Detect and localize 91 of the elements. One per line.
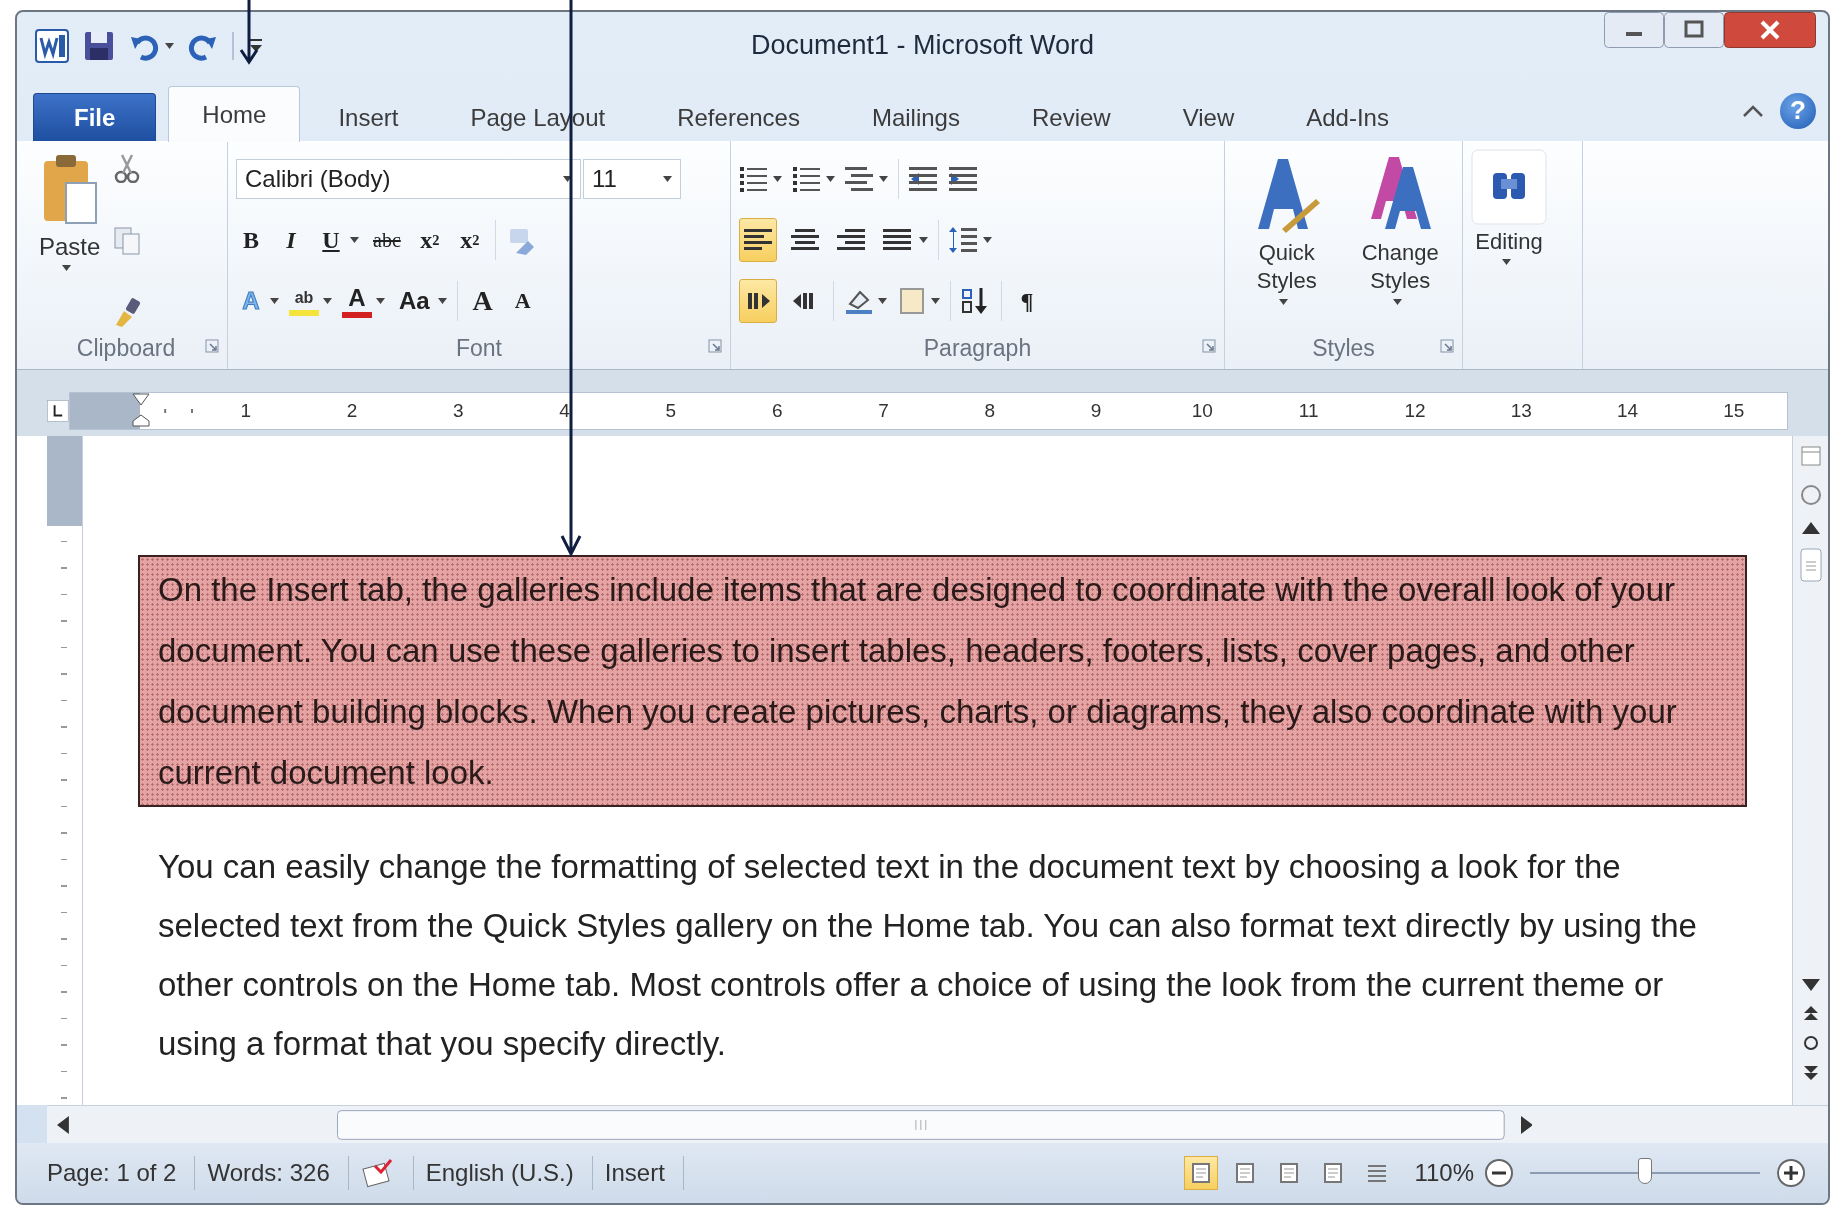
horizontal-scroll-thumb[interactable] [336, 1110, 1505, 1140]
ribbon-tab[interactable]: View [1148, 93, 1269, 141]
font-color-button[interactable]: A [342, 284, 372, 318]
print-layout-button[interactable] [1184, 1156, 1219, 1190]
shrink-font-button[interactable]: A [507, 279, 538, 323]
shaded-paragraph: On the Insert tab, the galleries include items that are designed to coordinate with the overall look of your document. You can use these galleries to insert tables, headers, footers, lists, cover pages, and other document building blocks. When you create pictures, charts, or diagrams, they also coordinate with your current document look. [138, 555, 1747, 807]
dropdown-arrow-icon[interactable] [1279, 299, 1289, 305]
quick-styles-button[interactable]: Quick Styles [1233, 149, 1341, 305]
change-styles-button[interactable]: Change Styles [1346, 149, 1454, 305]
save-icon[interactable] [83, 30, 115, 62]
ribbon-tab[interactable]: Mailings [837, 93, 994, 141]
paragraph: You can easily change the formatting of selected text in the document text by choosing a look for the selected text from the Quick Styles gallery on the Home tab. You can also format text directly by using the other controls on the Home tab. Most controls offer a choice of using the look from the current theme or using a format that you specify directly. [157, 847, 1698, 1064]
insert-mode[interactable]: Insert [604, 1159, 665, 1187]
zoom-in-button[interactable] [1776, 1158, 1806, 1188]
ribbon-tab[interactable]: Review [997, 93, 1145, 141]
word-logo-icon[interactable] [35, 29, 69, 63]
maximize-button[interactable] [1664, 12, 1724, 48]
next-page-icon[interactable] [1803, 1065, 1818, 1081]
group-label: Styles [1312, 334, 1375, 362]
dropdown-arrow-icon[interactable] [983, 237, 992, 243]
word-count[interactable]: Words: 326 [207, 1159, 330, 1187]
numbering-icon[interactable] [792, 164, 822, 194]
select-browse-object-icon[interactable] [1802, 1035, 1819, 1051]
dropdown-arrow-icon[interactable] [663, 176, 672, 182]
editing-button[interactable]: Editing [1471, 149, 1547, 331]
scroll-down-arrow-icon[interactable] [1801, 979, 1820, 991]
annotation-arrow [239, 0, 259, 64]
superscript-button[interactable]: x$^{2}$ [454, 218, 485, 262]
indent-marker-icon[interactable] [131, 393, 150, 427]
group-label: Font [456, 334, 502, 362]
dropdown-arrow-icon[interactable] [1392, 299, 1402, 305]
strikethrough-button[interactable]: abc [369, 218, 405, 262]
dropdown-arrow-icon[interactable] [919, 237, 928, 243]
language[interactable]: English (U.S.) [425, 1159, 574, 1187]
group-label: Paragraph [923, 334, 1032, 362]
underline-button[interactable]: U [316, 218, 346, 262]
italic-button[interactable]: I [276, 218, 306, 262]
show-formatting-marks-button[interactable]: ¶ [1012, 279, 1042, 323]
scroll-right-arrow-icon[interactable] [1520, 1116, 1533, 1134]
ribbon-tab[interactable]: Home [168, 86, 301, 142]
dropdown-arrow-icon[interactable] [323, 298, 332, 304]
binoculars-icon [1471, 149, 1547, 225]
ribbon-tab[interactable]: References [643, 93, 834, 141]
highlight-button[interactable]: ab [289, 286, 319, 316]
dropdown-arrow-icon[interactable] [879, 176, 888, 182]
proofing-book-icon[interactable] [360, 1158, 395, 1188]
dialog-launcher-icon[interactable] [708, 339, 722, 353]
page-count[interactable]: Page: 1 of 2 [47, 1159, 177, 1187]
bold-button[interactable]: B [236, 218, 266, 262]
close-button[interactable] [1724, 12, 1816, 48]
increase-indent-icon[interactable] [949, 164, 979, 194]
line-spacing-icon[interactable] [949, 225, 979, 255]
multilevel-list-icon[interactable] [845, 164, 875, 194]
bullets-icon[interactable] [739, 164, 769, 194]
change-case-button[interactable]: Aa [395, 279, 434, 323]
minimize-ribbon-icon[interactable] [1742, 103, 1764, 118]
align-left-button[interactable] [739, 218, 777, 262]
dropdown-arrow-icon[interactable] [270, 298, 279, 304]
ribbon-tab[interactable]: Add-Ins [1272, 93, 1423, 141]
dialog-launcher-icon[interactable] [1202, 339, 1216, 353]
dialog-launcher-icon[interactable] [205, 339, 219, 353]
scroll-left-arrow-icon[interactable] [57, 1116, 69, 1134]
dropdown-arrow-icon[interactable] [1501, 259, 1511, 265]
grow-font-button[interactable]: A [467, 279, 498, 323]
file-tab[interactable]: File [33, 93, 157, 141]
minimize-button[interactable] [1604, 12, 1664, 48]
left-to-right-button[interactable] [739, 279, 777, 323]
dropdown-arrow-icon[interactable] [826, 176, 835, 182]
dropdown-arrow-icon[interactable] [931, 298, 940, 304]
decrease-indent-icon[interactable] [909, 164, 939, 194]
scroll-thumb-icon[interactable] [1799, 548, 1822, 582]
scroll-up-arrow-icon[interactable] [1801, 522, 1820, 534]
previous-page-icon[interactable] [1803, 1005, 1818, 1021]
paste-button[interactable]: Paste [33, 149, 107, 331]
group-label: Clipboard [76, 334, 176, 362]
window-title: Document1 - Microsoft Word [750, 30, 1095, 60]
dropdown-arrow-icon[interactable] [376, 298, 385, 304]
dropdown-arrow-icon[interactable] [165, 43, 174, 49]
zoom-level[interactable]: 110% [1414, 1159, 1474, 1187]
dropdown-arrow-icon[interactable] [878, 298, 887, 304]
font-name-field[interactable]: Calibri (Body) [236, 159, 581, 199]
dropdown-arrow-icon[interactable] [563, 176, 572, 182]
zoom-slider-thumb[interactable] [1638, 1158, 1652, 1184]
dropdown-arrow-icon[interactable] [773, 176, 782, 182]
dropdown-arrow-icon[interactable] [437, 298, 447, 304]
dropdown-arrow-icon[interactable] [62, 265, 72, 271]
ribbon-tab[interactable]: Insert [304, 93, 433, 141]
font-size-field[interactable]: 11 [583, 159, 681, 199]
dropdown-arrow-icon[interactable] [350, 237, 359, 243]
zoom-out-button[interactable] [1484, 1158, 1514, 1188]
dialog-launcher-icon[interactable] [1440, 339, 1454, 353]
